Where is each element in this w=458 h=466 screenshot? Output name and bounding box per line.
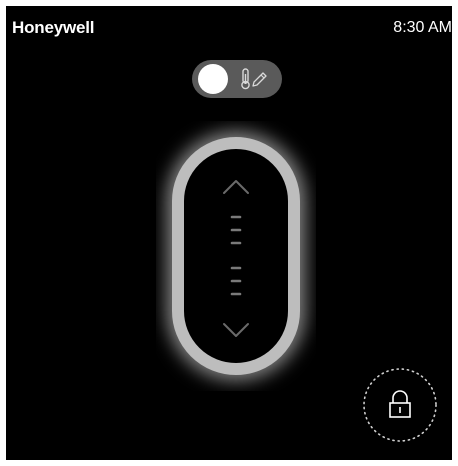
setpoint-control[interactable] — [156, 121, 316, 391]
lock-button[interactable] — [362, 367, 438, 443]
brand-logo: Honeywell — [12, 18, 95, 37]
lock-icon — [363, 368, 437, 442]
setpoint-dial — [167, 132, 305, 380]
toggle-knob[interactable] — [198, 64, 228, 94]
thermometer-edit-icon — [241, 68, 267, 90]
thermostat-screen: Honeywell 8:30 AM — [6, 6, 452, 460]
time-display: 8:30 AM — [393, 19, 452, 36]
mode-toggle[interactable] — [192, 60, 282, 98]
